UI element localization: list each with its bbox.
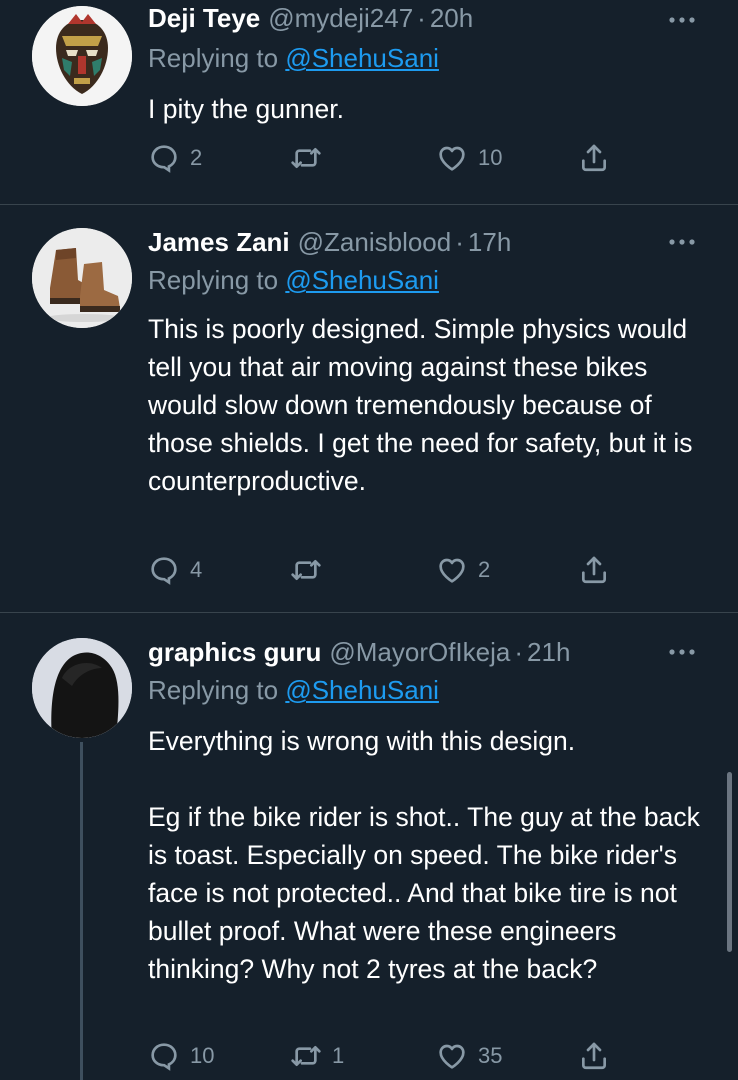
separator-dot: · bbox=[514, 637, 524, 667]
reply-button[interactable]: 2 bbox=[148, 138, 202, 178]
mention-link[interactable]: @ShehuSani bbox=[285, 43, 439, 73]
reply-icon bbox=[151, 145, 177, 173]
reply-count: 2 bbox=[190, 145, 203, 170]
action-bar: 10 1 35 bbox=[148, 1036, 628, 1076]
ellipsis-icon bbox=[669, 239, 695, 245]
more-options-button[interactable] bbox=[666, 642, 698, 662]
display-name[interactable]: graphics guru bbox=[148, 632, 321, 672]
tweet-text: Everything is wrong with this design. Eg… bbox=[148, 726, 700, 984]
tweet[interactable]: Deji Teye @mydeji247 · 20h Replying to @… bbox=[0, 0, 738, 205]
thread-connector bbox=[80, 742, 83, 1080]
mention-link[interactable]: @ShehuSani bbox=[285, 265, 439, 295]
retweet-count: 1 bbox=[332, 1043, 345, 1068]
tribal-mask-icon bbox=[32, 6, 132, 106]
replying-to-label: Replying to bbox=[148, 265, 286, 295]
like-count: 2 bbox=[478, 557, 491, 582]
reply-count: 10 bbox=[190, 1043, 215, 1068]
tweet[interactable]: James Zani @Zanisblood · 17h Replying to… bbox=[0, 222, 738, 612]
like-button[interactable]: 2 bbox=[436, 550, 490, 590]
heart-icon bbox=[439, 558, 465, 583]
tweet-text: This is poorly designed. Simple physics … bbox=[148, 314, 700, 496]
retweet-icon bbox=[291, 148, 321, 168]
avatar[interactable] bbox=[32, 6, 132, 106]
replying-to-label: Replying to bbox=[148, 43, 286, 73]
mention-link[interactable]: @ShehuSani bbox=[285, 675, 439, 705]
user-handle[interactable]: @MayorOfIkeja bbox=[329, 632, 510, 672]
more-options-button[interactable] bbox=[666, 232, 698, 252]
share-button[interactable] bbox=[578, 138, 610, 178]
reply-count: 4 bbox=[190, 557, 203, 582]
retweet-button[interactable]: 1 bbox=[290, 1036, 344, 1076]
retweet-button[interactable] bbox=[290, 550, 332, 590]
separator-dot: · bbox=[455, 227, 464, 257]
reply-icon bbox=[151, 1043, 177, 1071]
tweet-text: I pity the gunner. bbox=[148, 94, 344, 124]
heart-icon bbox=[439, 1044, 465, 1069]
reply-button[interactable]: 10 bbox=[148, 1036, 214, 1076]
tweet[interactable]: graphics guru @MayorOfIkeja · 21h Replyi… bbox=[0, 632, 738, 1080]
heart-icon bbox=[439, 146, 465, 171]
divider bbox=[0, 612, 738, 613]
replying-to-line: Replying to @ShehuSani bbox=[148, 260, 439, 300]
like-count: 35 bbox=[478, 1043, 503, 1068]
more-options-button[interactable] bbox=[666, 10, 698, 30]
share-icon bbox=[582, 556, 606, 584]
avatar[interactable] bbox=[32, 638, 132, 738]
action-bar: 2 10 bbox=[148, 138, 628, 178]
action-bar: 4 2 bbox=[148, 550, 628, 590]
replying-to-line: Replying to @ShehuSani bbox=[148, 38, 439, 78]
tweet-header: Deji Teye @mydeji247 · 20h bbox=[148, 0, 473, 38]
timestamp[interactable]: 17h bbox=[468, 222, 511, 262]
tweet-header: graphics guru @MayorOfIkeja · 21h bbox=[148, 632, 570, 672]
share-button[interactable] bbox=[578, 1036, 610, 1076]
avatar[interactable] bbox=[32, 228, 132, 328]
reply-feed: Deji Teye @mydeji247 · 20h Replying to @… bbox=[0, 0, 738, 1080]
display-name[interactable]: Deji Teye bbox=[148, 0, 260, 38]
tweet-header: James Zani @Zanisblood · 17h bbox=[148, 222, 511, 262]
ellipsis-icon bbox=[669, 17, 695, 23]
like-button[interactable]: 35 bbox=[436, 1036, 502, 1076]
dark-hair-icon bbox=[32, 638, 132, 738]
replying-to-line: Replying to @ShehuSani bbox=[148, 670, 439, 710]
share-icon bbox=[582, 1042, 606, 1070]
timestamp[interactable]: 21h bbox=[527, 632, 570, 672]
boots-icon bbox=[32, 228, 132, 328]
reply-button[interactable]: 4 bbox=[148, 550, 202, 590]
replying-to-label: Replying to bbox=[148, 675, 286, 705]
retweet-icon bbox=[291, 560, 321, 580]
share-icon bbox=[582, 144, 606, 172]
display-name[interactable]: James Zani bbox=[148, 222, 290, 262]
scrollbar[interactable] bbox=[727, 772, 732, 952]
user-handle[interactable]: @Zanisblood bbox=[298, 222, 452, 262]
ellipsis-icon bbox=[669, 649, 695, 655]
timestamp[interactable]: 20h bbox=[430, 0, 473, 38]
like-button[interactable]: 10 bbox=[436, 138, 502, 178]
retweet-button[interactable] bbox=[290, 138, 332, 178]
like-count: 10 bbox=[478, 145, 503, 170]
share-button[interactable] bbox=[578, 550, 610, 590]
divider bbox=[0, 204, 738, 205]
reply-icon bbox=[151, 557, 177, 585]
separator-dot: · bbox=[417, 3, 426, 33]
user-handle[interactable]: @mydeji247 bbox=[268, 0, 413, 38]
retweet-icon bbox=[291, 1046, 321, 1066]
